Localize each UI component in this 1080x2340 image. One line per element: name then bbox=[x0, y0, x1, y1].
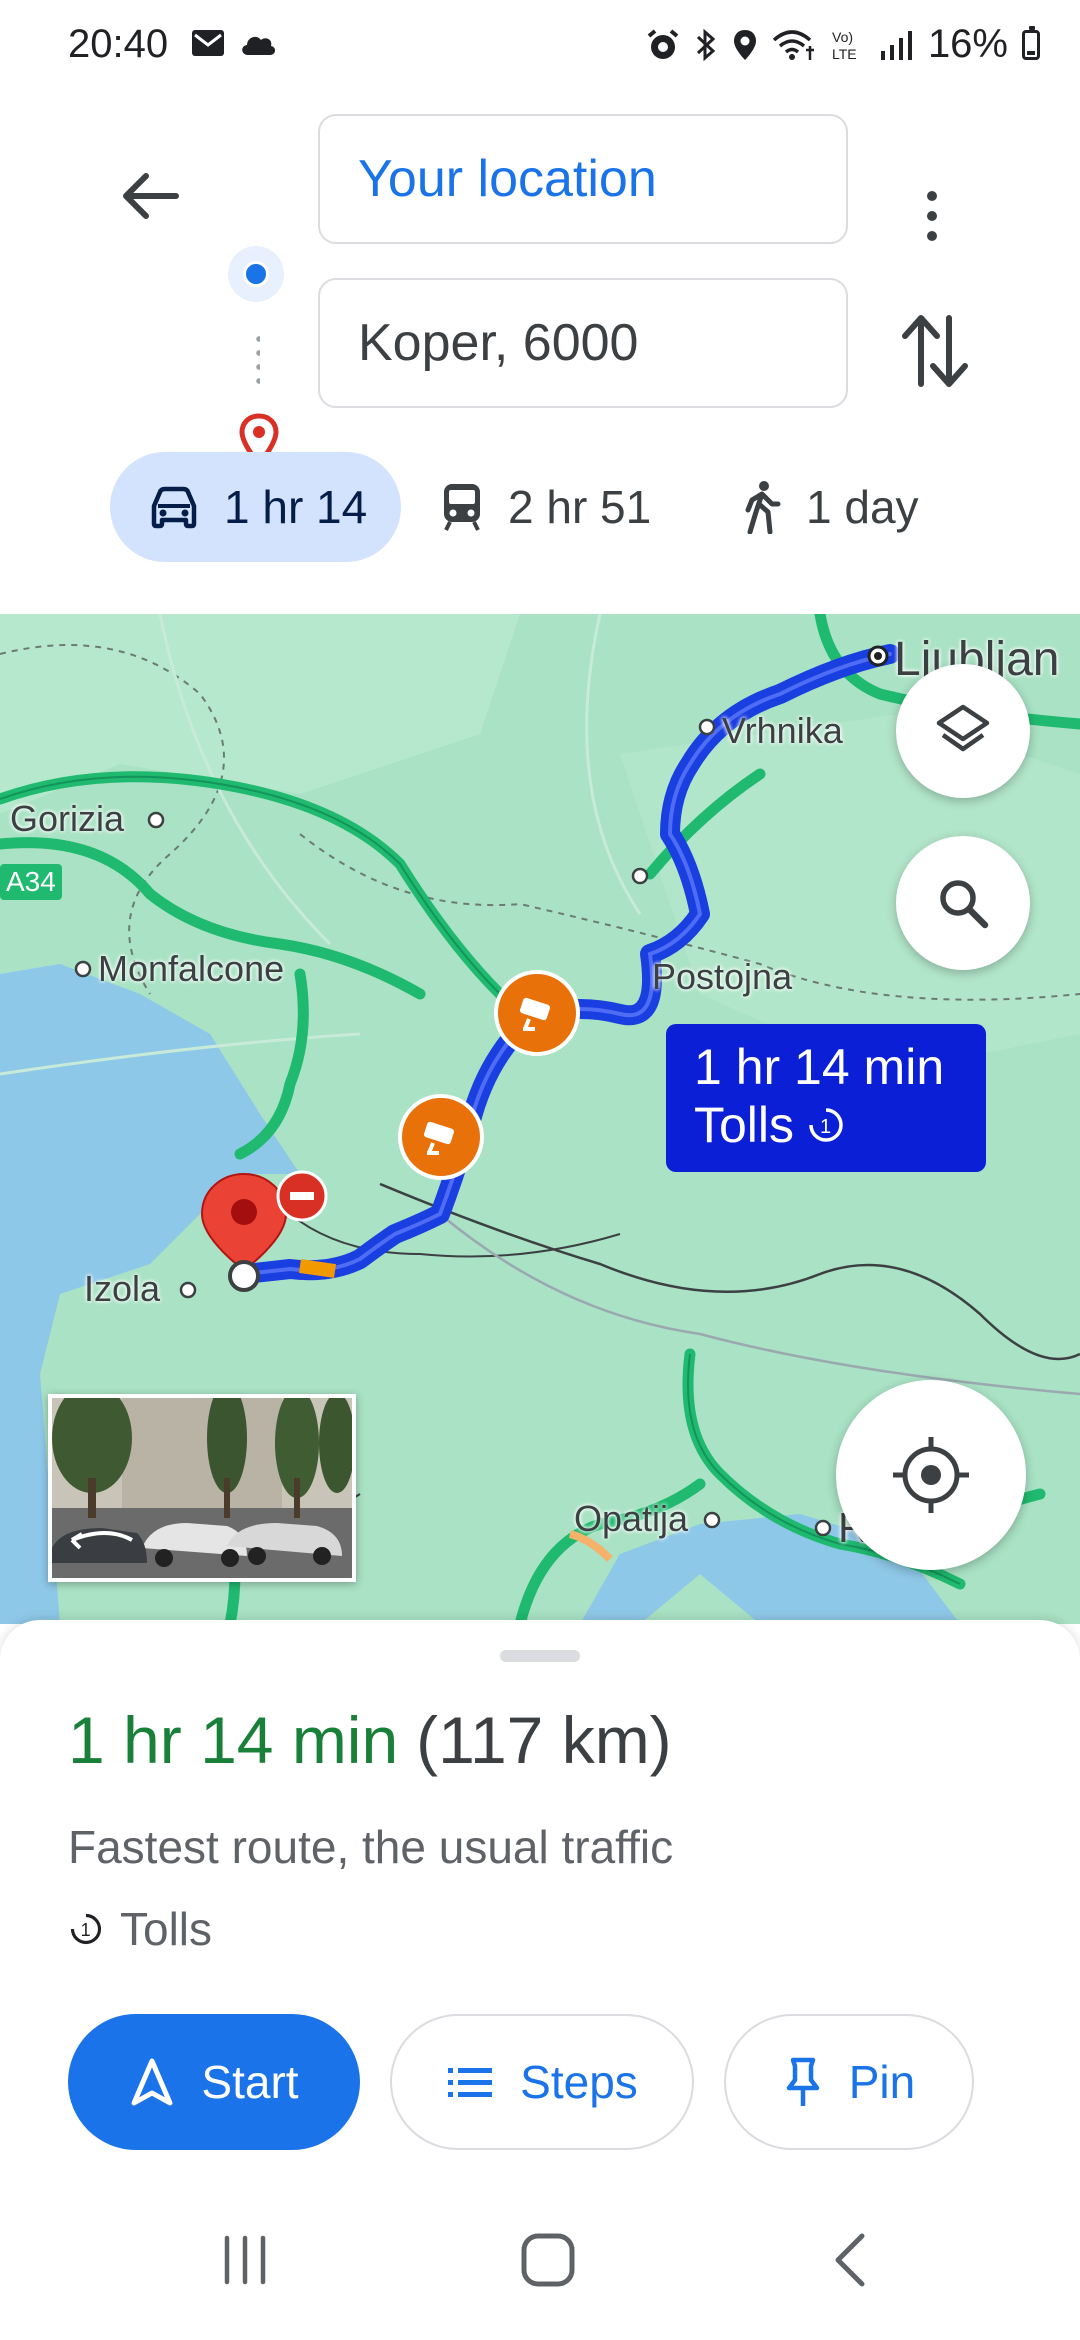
battery-icon bbox=[1022, 25, 1040, 60]
crosshair-icon bbox=[893, 1437, 969, 1513]
walk-icon bbox=[745, 481, 781, 534]
home-icon bbox=[521, 2233, 575, 2287]
street-view-thumbnail[interactable] bbox=[48, 1394, 356, 1582]
pin-button-label: Pin bbox=[848, 2056, 916, 2108]
volte-icon: Vo)LTE bbox=[832, 29, 857, 62]
status-time: 20:40 bbox=[68, 22, 169, 66]
route-description: Fastest route, the usual traffic bbox=[68, 1821, 674, 1873]
map-view[interactable]: Gorizia A34 Monfalcone Vrhnika Postojna … bbox=[0, 614, 1080, 1624]
mail-icon bbox=[192, 30, 224, 56]
wifi-call-icon bbox=[772, 29, 814, 60]
cloud-icon bbox=[242, 36, 276, 55]
svg-text:LTE: LTE bbox=[832, 46, 857, 62]
map-search-button[interactable] bbox=[896, 836, 1030, 970]
route-duration: 1 hr 14 min bbox=[68, 1703, 399, 1777]
speed-camera-marker[interactable] bbox=[398, 1094, 484, 1180]
sheet-drag-handle[interactable] bbox=[500, 1650, 580, 1662]
travel-mode-tabs: 1 hr 14 2 hr 51 1 day bbox=[0, 452, 1080, 562]
speed-camera-marker[interactable] bbox=[494, 970, 580, 1056]
tab-driving-label: 1 hr 14 bbox=[224, 481, 368, 533]
speed-camera-icon bbox=[423, 1121, 455, 1155]
tab-transit[interactable]: 2 hr 51 bbox=[440, 452, 651, 562]
map-label-opatija: Opatija bbox=[574, 1498, 689, 1539]
svg-text:1: 1 bbox=[820, 1116, 831, 1138]
map-label-vrhnika: Vrhnika bbox=[722, 710, 843, 751]
navigation-arrow-icon bbox=[131, 2058, 173, 2106]
layers-icon bbox=[936, 704, 990, 752]
pin-icon bbox=[786, 2057, 819, 2106]
layers-button[interactable] bbox=[896, 664, 1030, 798]
tolls-label: Tolls bbox=[120, 1903, 213, 1955]
bluetooth-icon bbox=[696, 28, 716, 61]
battery-percent: 16% bbox=[927, 22, 1008, 66]
route-duration-tooltip[interactable]: 1 hr 14 min Tolls 1 bbox=[666, 1024, 986, 1172]
system-nav-bar bbox=[0, 2180, 1080, 2340]
status-bar: 20:40 Vo) LTE 16% bbox=[0, 0, 1080, 96]
origin-dot-icon bbox=[228, 246, 284, 302]
location-icon bbox=[733, 29, 756, 60]
map-label-izola: Izola bbox=[84, 1268, 161, 1309]
steps-button[interactable]: Steps bbox=[390, 2014, 694, 2150]
back-arrow-icon bbox=[123, 173, 179, 219]
my-location-button[interactable] bbox=[836, 1380, 1026, 1570]
more-options-button[interactable] bbox=[900, 176, 964, 256]
start-navigation-button[interactable]: Start bbox=[68, 2014, 360, 2150]
swap-icon[interactable] bbox=[895, 306, 975, 396]
list-icon bbox=[448, 2068, 493, 2097]
recents-icon bbox=[224, 2235, 266, 2285]
toll-icon: 1 bbox=[70, 1913, 102, 1945]
origin-field[interactable]: Your location bbox=[318, 114, 848, 244]
svg-text:Vo): Vo) bbox=[832, 29, 853, 45]
back-button[interactable] bbox=[110, 156, 190, 236]
train-icon bbox=[444, 484, 480, 531]
tolls-info: 1 Tolls bbox=[68, 1902, 212, 1956]
pin-button[interactable]: Pin bbox=[724, 2014, 974, 2150]
start-button-label: Start bbox=[201, 2056, 299, 2108]
route-distance: (117 km) bbox=[416, 1703, 672, 1777]
route-summary: 1 hr 14 min (117 km) bbox=[68, 1702, 672, 1778]
tab-walking[interactable]: 1 day bbox=[742, 452, 919, 562]
map-label-monfalcone: Monfalcone bbox=[98, 948, 285, 989]
route-details-sheet: 1 hr 14 min (117 km) Fastest route, the … bbox=[0, 1620, 1080, 2180]
svg-text:1: 1 bbox=[81, 1920, 91, 1940]
toll-icon: 1 bbox=[808, 1107, 843, 1142]
map-label-gorizia: Gorizia bbox=[10, 798, 125, 839]
home-button[interactable] bbox=[508, 2220, 588, 2300]
chevron-left-icon bbox=[835, 2233, 865, 2287]
destination-field[interactable]: Koper, 6000 bbox=[318, 278, 848, 408]
system-back-button[interactable] bbox=[812, 2220, 892, 2300]
car-icon bbox=[151, 486, 197, 529]
tab-walking-label: 1 day bbox=[806, 481, 919, 533]
alarm-icon bbox=[647, 28, 679, 59]
map-label-a34: A34 bbox=[0, 864, 62, 900]
tab-driving[interactable]: 1 hr 14 bbox=[110, 452, 402, 562]
tooltip-duration: 1 hr 14 min bbox=[694, 1039, 945, 1095]
speed-camera-icon bbox=[519, 997, 551, 1031]
tab-transit-label: 2 hr 51 bbox=[508, 481, 652, 533]
directions-header: Your location Koper, 6000 1 hr 14 2 hr 5… bbox=[0, 96, 1080, 616]
search-icon bbox=[940, 880, 989, 929]
route-connector-dots bbox=[256, 332, 260, 388]
steps-button-label: Steps bbox=[520, 2056, 638, 2108]
recents-button[interactable] bbox=[205, 2220, 285, 2300]
tooltip-tolls: Tolls bbox=[694, 1097, 795, 1153]
map-label-postojna: Postojna bbox=[652, 956, 793, 997]
signal-icon bbox=[880, 30, 912, 60]
street-view-image bbox=[52, 1398, 352, 1578]
